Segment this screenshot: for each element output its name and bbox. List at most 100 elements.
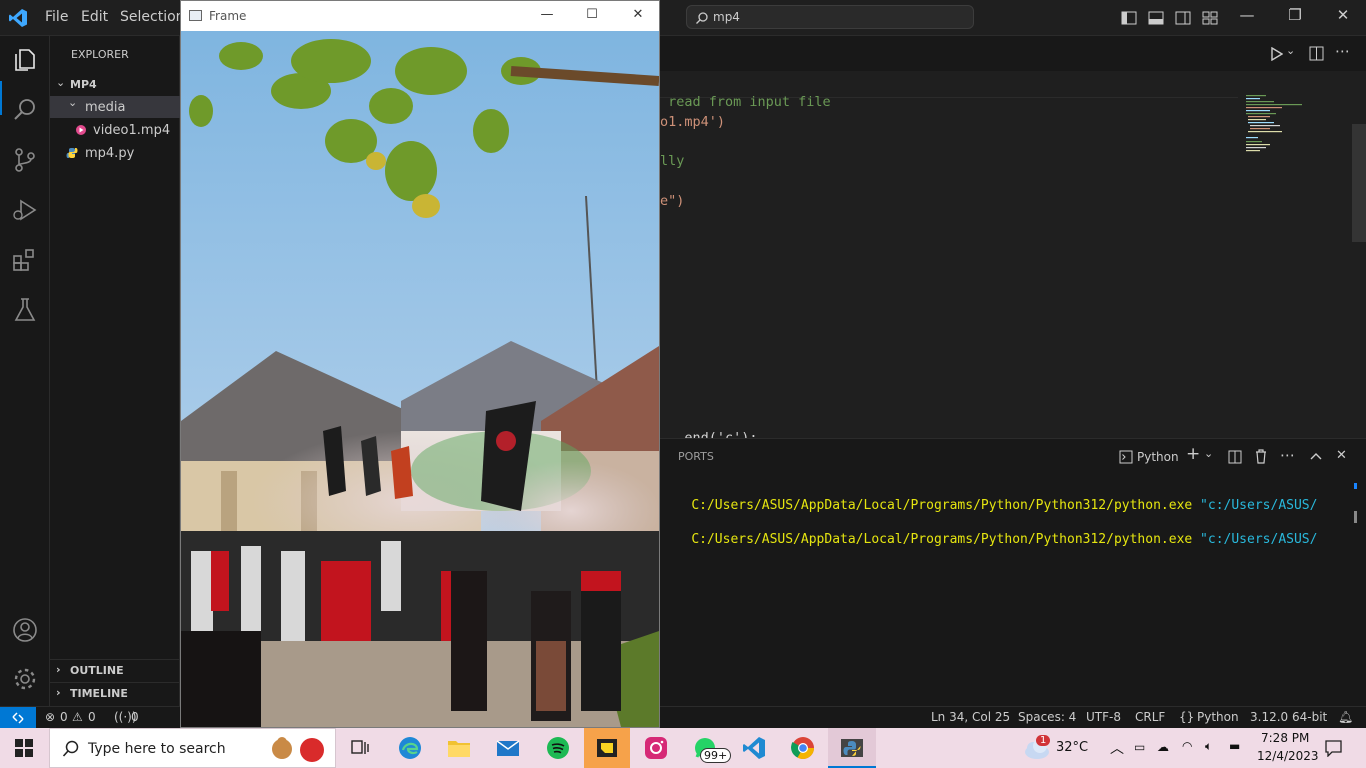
source-control-icon[interactable] xyxy=(11,146,39,174)
tree-file-mp4py[interactable]: mp4.py xyxy=(85,146,134,161)
terminal-python-path: C:/Users/ASUS/AppData/Local/Programs/Pyt… xyxy=(691,498,1193,513)
meet-now-icon[interactable]: ▭ xyxy=(1134,740,1145,754)
editor-area[interactable]: ⌄ ⋯ read from input file o1.mp4') lly e"… xyxy=(660,36,1366,438)
toggle-primary-sidebar-icon[interactable] xyxy=(1121,10,1137,26)
task-view-icon[interactable] xyxy=(348,736,372,760)
language-mode[interactable]: Python xyxy=(1197,710,1239,724)
terminal-argument: "c:/Users/ASUS/ xyxy=(1200,532,1318,547)
frame-close-button[interactable]: ✕ xyxy=(626,7,650,22)
code-line: read from input file xyxy=(660,94,831,110)
window-icon xyxy=(189,10,202,21)
chevron-down-icon[interactable]: ⌄ xyxy=(1286,44,1295,57)
tree-folder-media[interactable]: media xyxy=(85,100,126,115)
chevron-down-icon[interactable]: ⌄ xyxy=(56,76,65,89)
notifications-icon[interactable] xyxy=(1325,740,1342,757)
end-of-line[interactable]: CRLF xyxy=(1135,710,1165,724)
split-editor-icon[interactable] xyxy=(1309,46,1324,61)
clock-time[interactable]: 7:28 PM xyxy=(1261,731,1309,745)
notifications-bell-icon[interactable]: 🔔︎ xyxy=(1338,710,1353,724)
maximize-panel-icon[interactable] xyxy=(1309,450,1323,462)
code-line: o1.mp4') xyxy=(660,114,726,130)
restore-button[interactable]: ❐ xyxy=(1283,6,1307,30)
volume-icon[interactable]: 🔈︎ xyxy=(1205,739,1212,754)
run-file-icon[interactable] xyxy=(1269,47,1283,61)
active-indicator xyxy=(0,81,2,115)
outline-section[interactable]: › OUTLINE xyxy=(50,659,180,681)
warning-count[interactable]: 0 xyxy=(88,710,96,724)
toggle-panel-icon[interactable] xyxy=(1148,10,1164,26)
temperature[interactable]: 32°C xyxy=(1056,740,1088,755)
encoding[interactable]: UTF-8 xyxy=(1086,710,1121,724)
whatsapp-badge: 99+ xyxy=(700,748,732,763)
wifi-icon[interactable]: ◠ xyxy=(1182,739,1192,753)
explorer-icon[interactable] xyxy=(11,46,39,74)
python-window-icon[interactable] xyxy=(840,736,864,760)
python-interpreter[interactable]: 3.12.0 64-bit xyxy=(1250,710,1327,724)
outline-label: OUTLINE xyxy=(70,664,124,677)
terminal-kind-label[interactable]: Python xyxy=(1137,450,1179,464)
command-center-search[interactable]: mp4 xyxy=(686,5,974,29)
chevron-up-icon[interactable]: ︿ xyxy=(1110,738,1124,758)
settings-gear-icon[interactable] xyxy=(11,665,39,693)
menu-selection[interactable]: Selection xyxy=(120,9,185,25)
chrome-icon[interactable] xyxy=(791,736,815,760)
run-debug-icon[interactable] xyxy=(11,196,39,224)
timeline-section[interactable]: › TIMELINE xyxy=(50,682,180,704)
battery-icon[interactable]: ▬ xyxy=(1229,739,1240,753)
search-highlight-doodle-icon xyxy=(272,737,324,762)
more-actions-icon[interactable]: ⋯ xyxy=(1335,42,1350,60)
more-actions-icon[interactable]: ⋯ xyxy=(1280,446,1295,464)
edge-icon[interactable] xyxy=(398,736,422,760)
taskbar-search-box[interactable]: Type here to search xyxy=(49,728,336,768)
sticky-notes-icon[interactable] xyxy=(595,736,619,760)
python-file-icon xyxy=(66,148,78,158)
editor-scrollbar[interactable] xyxy=(1352,124,1366,242)
toggle-secondary-sidebar-icon[interactable] xyxy=(1175,10,1191,26)
tree-root-folder[interactable]: MP4 xyxy=(70,78,97,91)
frame-window[interactable]: Frame — ☐ ✕ xyxy=(180,0,660,728)
code-line: lly xyxy=(660,153,685,169)
terminal-icon xyxy=(1119,450,1133,464)
instagram-icon[interactable] xyxy=(644,736,668,760)
close-button[interactable]: ✕ xyxy=(1331,6,1355,30)
frame-maximize-button[interactable]: ☐ xyxy=(580,7,604,22)
error-count[interactable]: 0 xyxy=(60,710,68,724)
search-icon xyxy=(62,740,79,757)
code-line: —— end('c'): xyxy=(660,430,758,438)
extensions-icon[interactable] xyxy=(11,246,39,274)
mail-icon[interactable] xyxy=(496,736,520,760)
chevron-down-icon[interactable]: ⌄ xyxy=(1204,447,1213,460)
cursor-position[interactable]: Ln 34, Col 25 xyxy=(931,710,1010,724)
terminal-scrollbar[interactable] xyxy=(1354,511,1357,523)
file-explorer-icon[interactable] xyxy=(447,736,471,760)
split-terminal-icon[interactable] xyxy=(1228,450,1242,464)
onedrive-icon[interactable]: ☁ xyxy=(1157,740,1169,754)
remote-indicator[interactable] xyxy=(0,707,36,729)
minimap[interactable] xyxy=(1244,93,1304,173)
terminal-line: C:/Users/ASUS/AppData/Local/Programs/Pyt… xyxy=(660,517,1317,562)
scroll-marker xyxy=(1354,483,1357,489)
menu-file[interactable]: File xyxy=(45,9,68,25)
minimize-button[interactable]: — xyxy=(1235,6,1259,30)
customize-layout-icon[interactable] xyxy=(1202,10,1218,26)
frame-titlebar[interactable]: Frame — ☐ ✕ xyxy=(181,1,659,31)
close-panel-icon[interactable]: ✕ xyxy=(1336,448,1347,463)
clock-date[interactable]: 12/4/2023 xyxy=(1257,749,1319,763)
menu-edit[interactable]: Edit xyxy=(81,9,108,25)
indentation[interactable]: Spaces: 4 xyxy=(1018,710,1076,724)
vscode-taskbar-icon[interactable] xyxy=(742,736,766,760)
video-file-icon xyxy=(76,125,86,135)
accounts-icon[interactable] xyxy=(11,616,39,644)
windows-start-icon[interactable] xyxy=(15,739,33,757)
search-view-icon[interactable] xyxy=(11,96,39,124)
testing-icon[interactable] xyxy=(11,296,39,324)
trash-icon[interactable] xyxy=(1254,449,1268,464)
tab-ports[interactable]: PORTS xyxy=(678,450,714,463)
frame-minimize-button[interactable]: — xyxy=(535,7,559,22)
new-terminal-icon[interactable]: + xyxy=(1186,444,1200,464)
spotify-icon[interactable] xyxy=(546,736,570,760)
errors-icon[interactable]: ⊗ xyxy=(45,710,55,724)
tree-file-video1[interactable]: video1.mp4 xyxy=(93,123,170,138)
warning-icon[interactable]: ⚠ xyxy=(72,710,83,724)
ports-count[interactable]: 0 xyxy=(131,710,139,724)
